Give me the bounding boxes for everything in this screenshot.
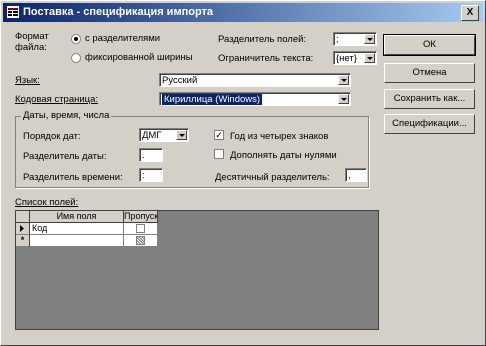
new-row-name[interactable] [30,235,124,247]
language-value: Русский [162,75,198,86]
dialog-window: Поставка - спецификация импорта X Формат… [0,0,486,346]
date-order-combo[interactable]: ДМГ [139,128,189,142]
time-sep-label: Разделитель времени: [23,172,123,183]
format-label: Формат файла: [15,31,49,53]
leading-zeros-label[interactable]: Дополнять даты нулями [230,150,337,161]
new-row-skip[interactable] [124,235,158,247]
date-sep-label: Разделитель даты: [23,151,107,162]
chevron-down-icon[interactable] [176,130,187,140]
field-delimiter-label: Разделитель полей: [218,34,307,45]
chevron-down-icon[interactable] [364,53,375,63]
format-fixed-label[interactable]: фиксированной ширины [85,52,193,63]
close-icon: X [466,7,474,18]
window-title: Поставка - спецификация импорта [23,6,214,18]
fields-grid[interactable]: Имя поля Пропуск Код * [15,210,379,330]
title-bar[interactable]: Поставка - спецификация импорта X [3,3,483,22]
four-digit-year-label[interactable]: Год из четырех знаков [230,131,328,142]
dates-group-label: Даты, время, числа [21,110,112,121]
new-row-icon: * [20,235,25,245]
date-order-label: Порядок дат: [23,131,81,142]
current-row-icon [20,225,24,232]
text-qualifier-combo[interactable]: {нет} [333,51,377,65]
row-selector-current[interactable] [16,223,30,235]
close-button[interactable]: X [461,5,479,21]
table-row[interactable]: Код [30,223,124,235]
language-label: Язык: [15,75,40,86]
cancel-button[interactable]: Отмена [384,63,475,83]
date-sep-field[interactable]: . [139,148,163,162]
skip-cell[interactable] [124,223,158,235]
time-sep-field[interactable]: : [139,168,163,182]
specs-button[interactable]: Спецификации... [384,114,475,134]
text-qualifier-label: Ограничитель текста: [218,53,314,64]
column-header-skip[interactable]: Пропуск [124,211,158,223]
language-combo[interactable]: Русский [159,73,351,87]
codepage-combo[interactable]: Кириллица (Windows) [159,92,351,106]
text-qualifier-value: {нет} [336,53,357,64]
chevron-down-icon[interactable] [338,75,349,85]
field-delimiter-value: ; [336,34,339,45]
chevron-down-icon[interactable] [338,94,349,104]
field-delimiter-combo[interactable]: ; [333,32,377,46]
time-sep-value: : [142,170,145,181]
fields-label: Список полей: [15,197,79,208]
decimal-label: Десятичный разделитель: [215,172,330,183]
codepage-label: Кодовая страница: [15,94,99,105]
format-delimited-label[interactable]: с разделителями [85,33,160,44]
ok-button[interactable]: ОК [383,34,476,56]
chevron-down-icon[interactable] [364,34,375,44]
column-header-name[interactable]: Имя поля [30,211,124,223]
decimal-field[interactable]: , [345,168,367,182]
leading-zeros-checkbox[interactable] [214,149,224,159]
row-selector-new[interactable]: * [16,235,30,247]
date-order-value: ДМГ [142,130,162,141]
codepage-value: Кириллица (Windows) [162,94,263,105]
app-icon [7,6,19,18]
skip-checkbox-disabled [136,236,145,245]
decimal-value: , [348,170,351,181]
four-digit-year-checkbox[interactable]: ✓ [214,130,224,140]
format-fixed-radio[interactable] [71,53,81,63]
save-as-button[interactable]: Сохранить как... [384,89,475,109]
skip-checkbox[interactable] [136,224,145,233]
format-delimited-radio[interactable] [71,34,81,44]
grid-corner [16,211,30,223]
date-sep-value: . [142,150,145,161]
